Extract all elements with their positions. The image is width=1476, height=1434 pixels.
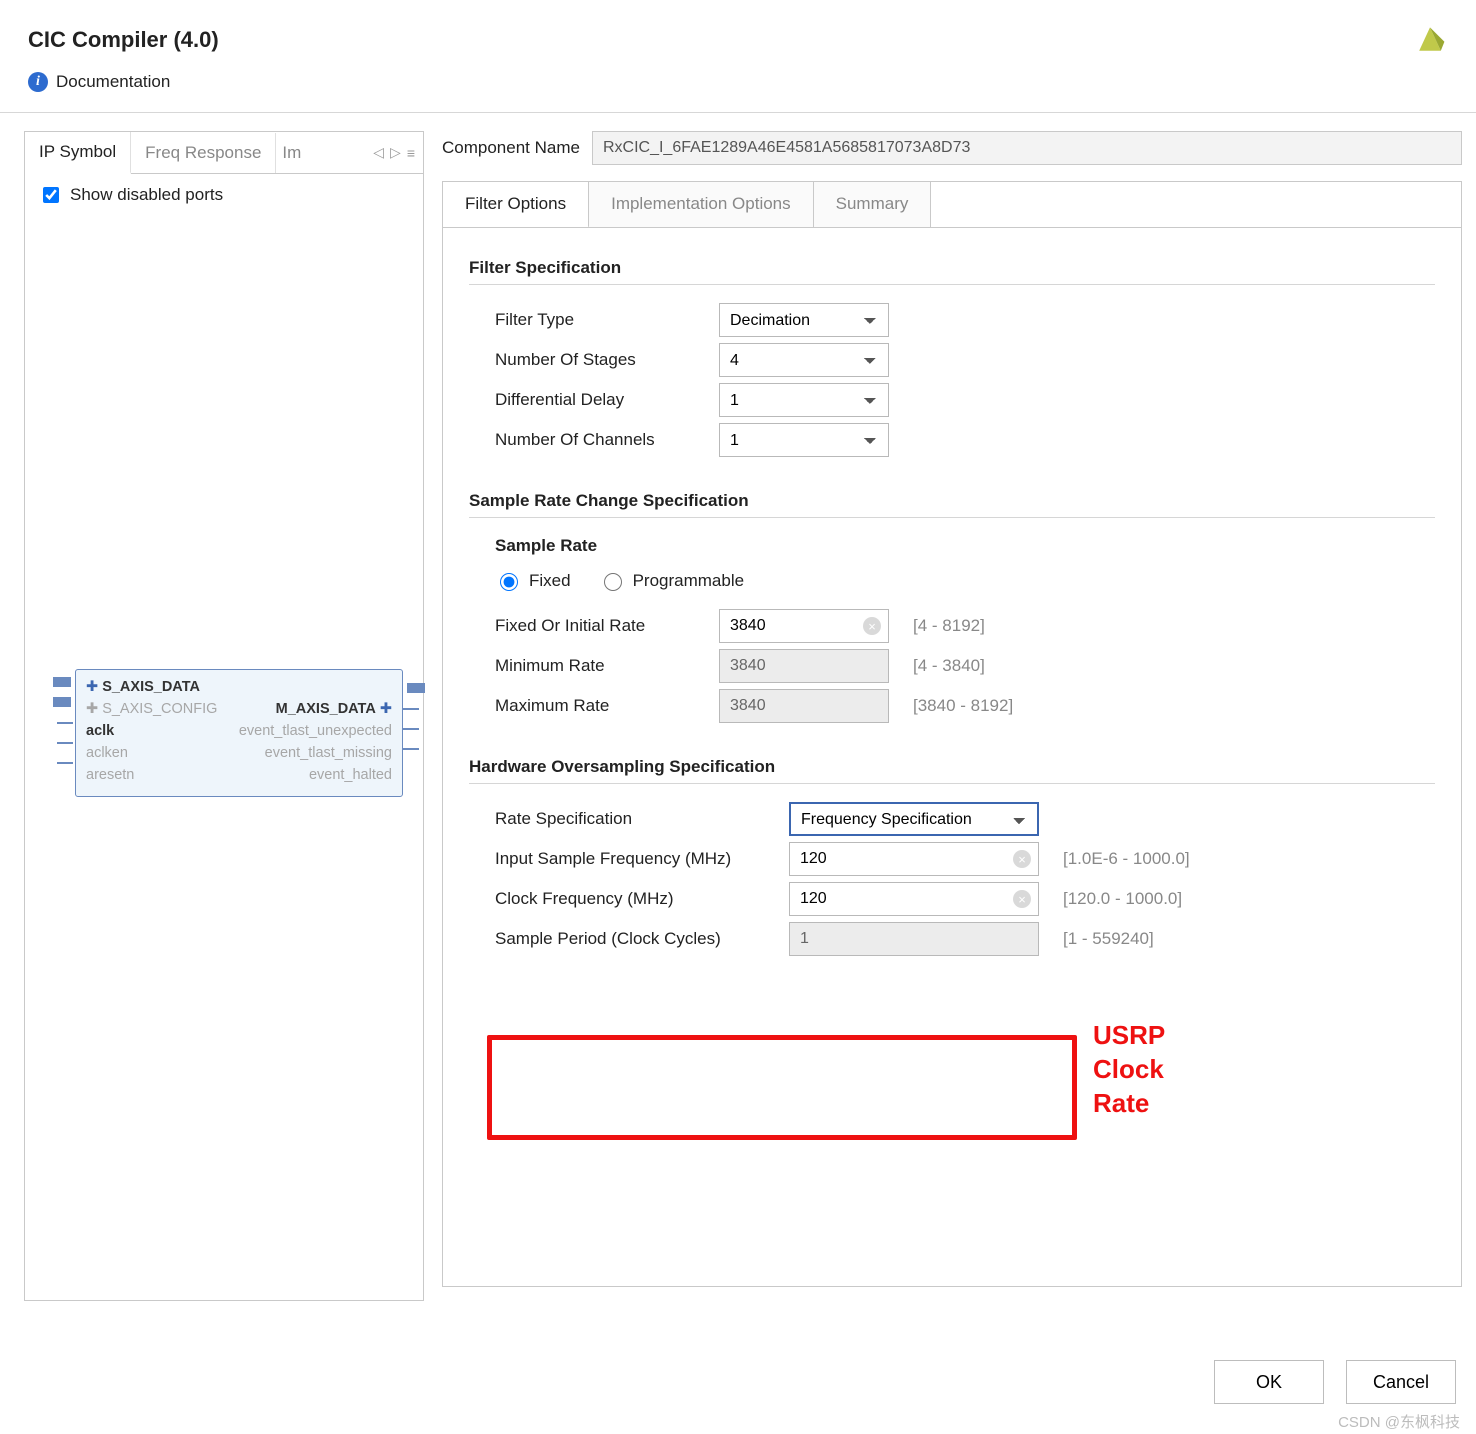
fixed-rate-hint: [4 - 8192] bbox=[913, 616, 985, 636]
tab-truncated[interactable]: Im bbox=[276, 133, 365, 173]
watermark: CSDN @东枫科技 bbox=[1338, 1411, 1460, 1432]
min-rate-hint: [4 - 3840] bbox=[913, 656, 985, 676]
sample-period-hint: [1 - 559240] bbox=[1063, 929, 1154, 949]
channels-label: Number Of Channels bbox=[495, 430, 705, 450]
port-aresetn: aresetn bbox=[86, 764, 134, 786]
fixed-rate-input[interactable] bbox=[719, 609, 889, 643]
fixed-rate-label: Fixed Or Initial Rate bbox=[495, 616, 705, 636]
stages-label: Number Of Stages bbox=[495, 350, 705, 370]
ip-box: ✚ S_AXIS_DATA ✚ S_AXIS_CONFIGM_AXIS_DATA… bbox=[75, 669, 403, 797]
show-disabled-ports-input[interactable] bbox=[43, 187, 59, 203]
annotation-box bbox=[487, 1035, 1077, 1140]
port-aclk: aclk bbox=[86, 723, 114, 739]
left-panel: IP Symbol Freq Response Im ◁ ▷ ≡ Show di… bbox=[24, 131, 424, 1301]
port-event-unexpected: event_tlast_unexpected bbox=[239, 720, 392, 742]
tab-freq-response[interactable]: Freq Response bbox=[131, 133, 276, 173]
sample-period-label: Sample Period (Clock Cycles) bbox=[495, 929, 775, 949]
config-tabs: Filter Options Implementation Options Su… bbox=[442, 181, 1462, 227]
input-freq-input[interactable] bbox=[789, 842, 1039, 876]
ok-button[interactable]: OK bbox=[1214, 1360, 1324, 1404]
filter-spec-heading: Filter Specification bbox=[469, 258, 1435, 278]
port-s-axis-config: S_AXIS_CONFIG bbox=[102, 701, 217, 717]
stages-select[interactable]: 4 bbox=[719, 343, 889, 377]
max-rate-hint: [3840 - 8192] bbox=[913, 696, 1013, 716]
hw-spec-heading: Hardware Oversampling Specification bbox=[469, 757, 1435, 777]
documentation-link[interactable]: Documentation bbox=[56, 72, 170, 92]
clock-freq-label: Clock Frequency (MHz) bbox=[495, 889, 775, 909]
filter-type-label: Filter Type bbox=[495, 310, 705, 330]
min-rate-input bbox=[719, 649, 889, 683]
input-freq-hint: [1.0E-6 - 1000.0] bbox=[1063, 849, 1190, 869]
min-rate-label: Minimum Rate bbox=[495, 656, 705, 676]
tab-ip-symbol[interactable]: IP Symbol bbox=[25, 132, 131, 174]
show-disabled-ports-label: Show disabled ports bbox=[70, 185, 223, 205]
dialog-title: CIC Compiler (4.0) bbox=[28, 27, 219, 53]
sample-rate-mode: Fixed Programmable bbox=[495, 570, 1435, 591]
left-body: Show disabled ports ✚ S_AXIS_DATA ✚ S_A bbox=[25, 174, 423, 1300]
show-disabled-ports-checkbox[interactable]: Show disabled ports bbox=[39, 184, 409, 206]
sample-rate-subheading: Sample Rate bbox=[495, 536, 1435, 556]
footer-buttons: OK Cancel bbox=[1214, 1360, 1456, 1404]
rate-spec-label: Rate Specification bbox=[495, 809, 775, 829]
right-pins-icon bbox=[403, 675, 425, 775]
tab-implementation-options[interactable]: Implementation Options bbox=[589, 182, 814, 227]
title-bar: CIC Compiler (4.0) bbox=[0, 0, 1476, 66]
port-event-halted: event_halted bbox=[309, 764, 392, 786]
ip-symbol-block: ✚ S_AXIS_DATA ✚ S_AXIS_CONFIGM_AXIS_DATA… bbox=[75, 669, 403, 797]
left-tabs: IP Symbol Freq Response Im ◁ ▷ ≡ bbox=[25, 132, 423, 174]
radio-fixed[interactable]: Fixed bbox=[495, 570, 571, 591]
channels-select[interactable]: 1 bbox=[719, 423, 889, 457]
component-row: Component Name bbox=[442, 131, 1462, 165]
body: IP Symbol Freq Response Im ◁ ▷ ≡ Show di… bbox=[0, 113, 1476, 1311]
port-event-missing: event_tlast_missing bbox=[265, 742, 392, 764]
left-pins-icon bbox=[53, 675, 75, 795]
input-freq-label: Input Sample Frequency (MHz) bbox=[495, 849, 775, 869]
clock-freq-hint: [120.0 - 1000.0] bbox=[1063, 889, 1182, 909]
window: CIC Compiler (4.0) i Documentation IP Sy… bbox=[0, 0, 1476, 1434]
left-tab-controls: ◁ ▷ ≡ bbox=[365, 144, 423, 161]
sample-period-input bbox=[789, 922, 1039, 956]
annotation-text: USRP Clock Rate bbox=[1093, 1018, 1165, 1120]
documentation-row: i Documentation bbox=[0, 66, 1476, 113]
xilinx-logo-icon bbox=[1412, 22, 1448, 58]
info-icon: i bbox=[28, 72, 48, 92]
component-name-input bbox=[592, 131, 1462, 165]
diff-delay-select[interactable]: 1 bbox=[719, 383, 889, 417]
menu-icon[interactable]: ≡ bbox=[407, 145, 415, 161]
port-aclken: aclken bbox=[86, 742, 128, 764]
port-s-axis-data: S_AXIS_DATA bbox=[102, 679, 200, 695]
rate-spec-heading: Sample Rate Change Specification bbox=[469, 491, 1435, 511]
max-rate-input bbox=[719, 689, 889, 723]
cancel-button[interactable]: Cancel bbox=[1346, 1360, 1456, 1404]
radio-programmable[interactable]: Programmable bbox=[599, 570, 745, 591]
max-rate-label: Maximum Rate bbox=[495, 696, 705, 716]
config-body: Filter Specification Filter Type Decimat… bbox=[442, 227, 1462, 1287]
chevron-left-icon[interactable]: ◁ bbox=[373, 144, 384, 161]
rate-spec-select[interactable]: Frequency Specification bbox=[789, 802, 1039, 836]
diff-delay-label: Differential Delay bbox=[495, 390, 705, 410]
tab-summary[interactable]: Summary bbox=[814, 182, 932, 227]
component-name-label: Component Name bbox=[442, 138, 580, 158]
clock-freq-input[interactable] bbox=[789, 882, 1039, 916]
filter-type-select[interactable]: Decimation bbox=[719, 303, 889, 337]
chevron-right-icon[interactable]: ▷ bbox=[390, 144, 401, 161]
port-m-axis-data: M_AXIS_DATA bbox=[276, 701, 376, 717]
right-panel: Component Name Filter Options Implementa… bbox=[442, 131, 1462, 1301]
tab-filter-options[interactable]: Filter Options bbox=[443, 182, 589, 228]
